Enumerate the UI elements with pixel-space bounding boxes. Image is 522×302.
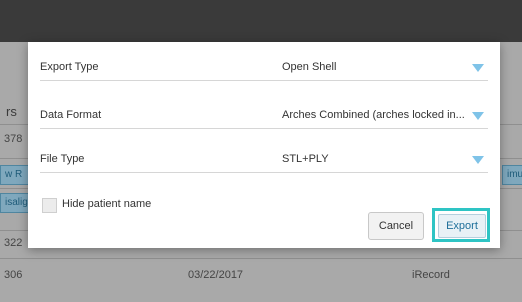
row-id: 322 (4, 237, 23, 249)
row-tag: isalig (0, 193, 30, 213)
export-type-value[interactable]: Open Shell (282, 61, 472, 73)
cancel-button[interactable]: Cancel (368, 212, 424, 240)
hide-patient-name-label[interactable]: Hide patient name (62, 198, 151, 210)
chevron-down-icon[interactable] (472, 156, 484, 164)
data-format-label: Data Format (40, 109, 102, 121)
file-type-value[interactable]: STL+PLY (282, 153, 472, 165)
data-format-select[interactable]: Data Format Arches Combined (arches lock… (40, 106, 488, 129)
background-column-header: rs (6, 104, 17, 119)
export-button-highlight: Export (432, 208, 490, 242)
row-tag: imu (502, 165, 522, 185)
data-format-value[interactable]: Arches Combined (arches locked in... (282, 109, 472, 121)
file-type-label: File Type (40, 153, 85, 165)
chevron-down-icon[interactable] (472, 112, 484, 120)
row-date: 03/22/2017 (188, 269, 244, 281)
hide-patient-name-checkbox[interactable] (42, 198, 57, 213)
row-id: 306 (4, 269, 23, 281)
export-button[interactable]: Export (438, 214, 486, 238)
app-top-bar (0, 0, 522, 42)
export-type-select[interactable]: Export Type Open Shell (40, 58, 488, 81)
export-dialog: Export Type Open Shell Data Format Arche… (28, 42, 500, 248)
chevron-down-icon[interactable] (472, 64, 484, 72)
export-type-label: Export Type (40, 61, 99, 73)
table-row: 306 03/22/2017 iRecord (0, 258, 522, 289)
file-type-select[interactable]: File Type STL+PLY (40, 150, 488, 173)
row-id: 378 (4, 133, 23, 145)
row-tag: w R (0, 165, 30, 185)
row-source: iRecord (412, 269, 450, 281)
